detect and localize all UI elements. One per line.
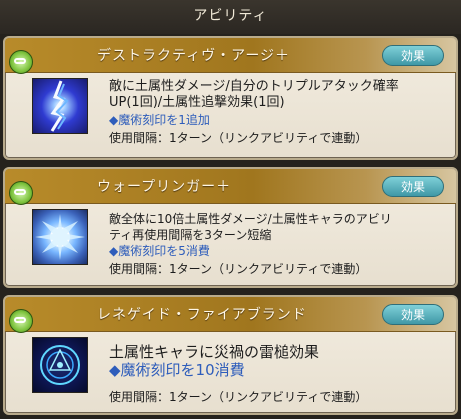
ability-card-2[interactable]: ウォープリンガー＋ 効果 敵全体に10倍土属性ダメージ/土属性キャラのアビリ テ… [3,167,458,288]
link-ability-icon [9,309,33,333]
ability-card-1-header: デストラクティヴ・アージ＋ 効果 [5,38,456,73]
effect-button[interactable]: 効果 [382,176,444,197]
blue-lightning-skill-icon [32,78,88,134]
burst-skill-icon [32,209,88,265]
ability-header-title: アビリティ [193,8,268,24]
ability-cost: ◆魔術刻印を5消費 [109,244,210,258]
effect-button[interactable]: 効果 [382,304,444,325]
effect-button[interactable]: 効果 [382,45,444,66]
ability-description: 敵に土属性ダメージ/自分のトリプルアタック確率 UP(1回)/土属性追撃効果(1… [109,79,399,110]
ability-description: 敵全体に10倍土属性ダメージ/土属性キャラのアビリ ティ再使用間隔を3ターン短縮 [109,212,392,242]
ability-cost: ◆魔術刻印を1追加 [109,113,210,127]
ability-name: レネゲイド・ファイアブランド [97,307,307,323]
ability-cost: ◆魔術刻印を10消費 [109,361,245,379]
link-ability-icon [9,181,33,205]
ability-card-3-header: レネゲイド・ファイアブランド 効果 [5,297,456,332]
ability-card-1[interactable]: デストラクティヴ・アージ＋ 効果 敵に土属性ダメージ/自分のトリプルアタック確率… [3,36,458,160]
ability-name: デストラクティヴ・アージ＋ [97,48,291,64]
ability-header: アビリティ [0,0,461,34]
ability-card-3[interactable]: レネゲイド・ファイアブランド 効果 土属性キャラに災禍の雷槌効果 ◆魔術刻印を1… [3,295,458,415]
magic-circle-skill-icon [32,337,88,393]
ability-cooldown: 使用間隔：1ターン（リンクアビリティで連動） [109,390,368,404]
ability-card-2-header: ウォープリンガー＋ 効果 [5,169,456,204]
ability-cooldown: 使用間隔：1ターン（リンクアビリティで連動） [109,262,368,276]
ability-name: ウォープリンガー＋ [97,179,232,195]
link-ability-icon [9,50,33,74]
ability-description: 土属性キャラに災禍の雷槌効果 [109,343,320,361]
ability-cooldown: 使用間隔：1ターン（リンクアビリティで連動） [109,131,368,145]
